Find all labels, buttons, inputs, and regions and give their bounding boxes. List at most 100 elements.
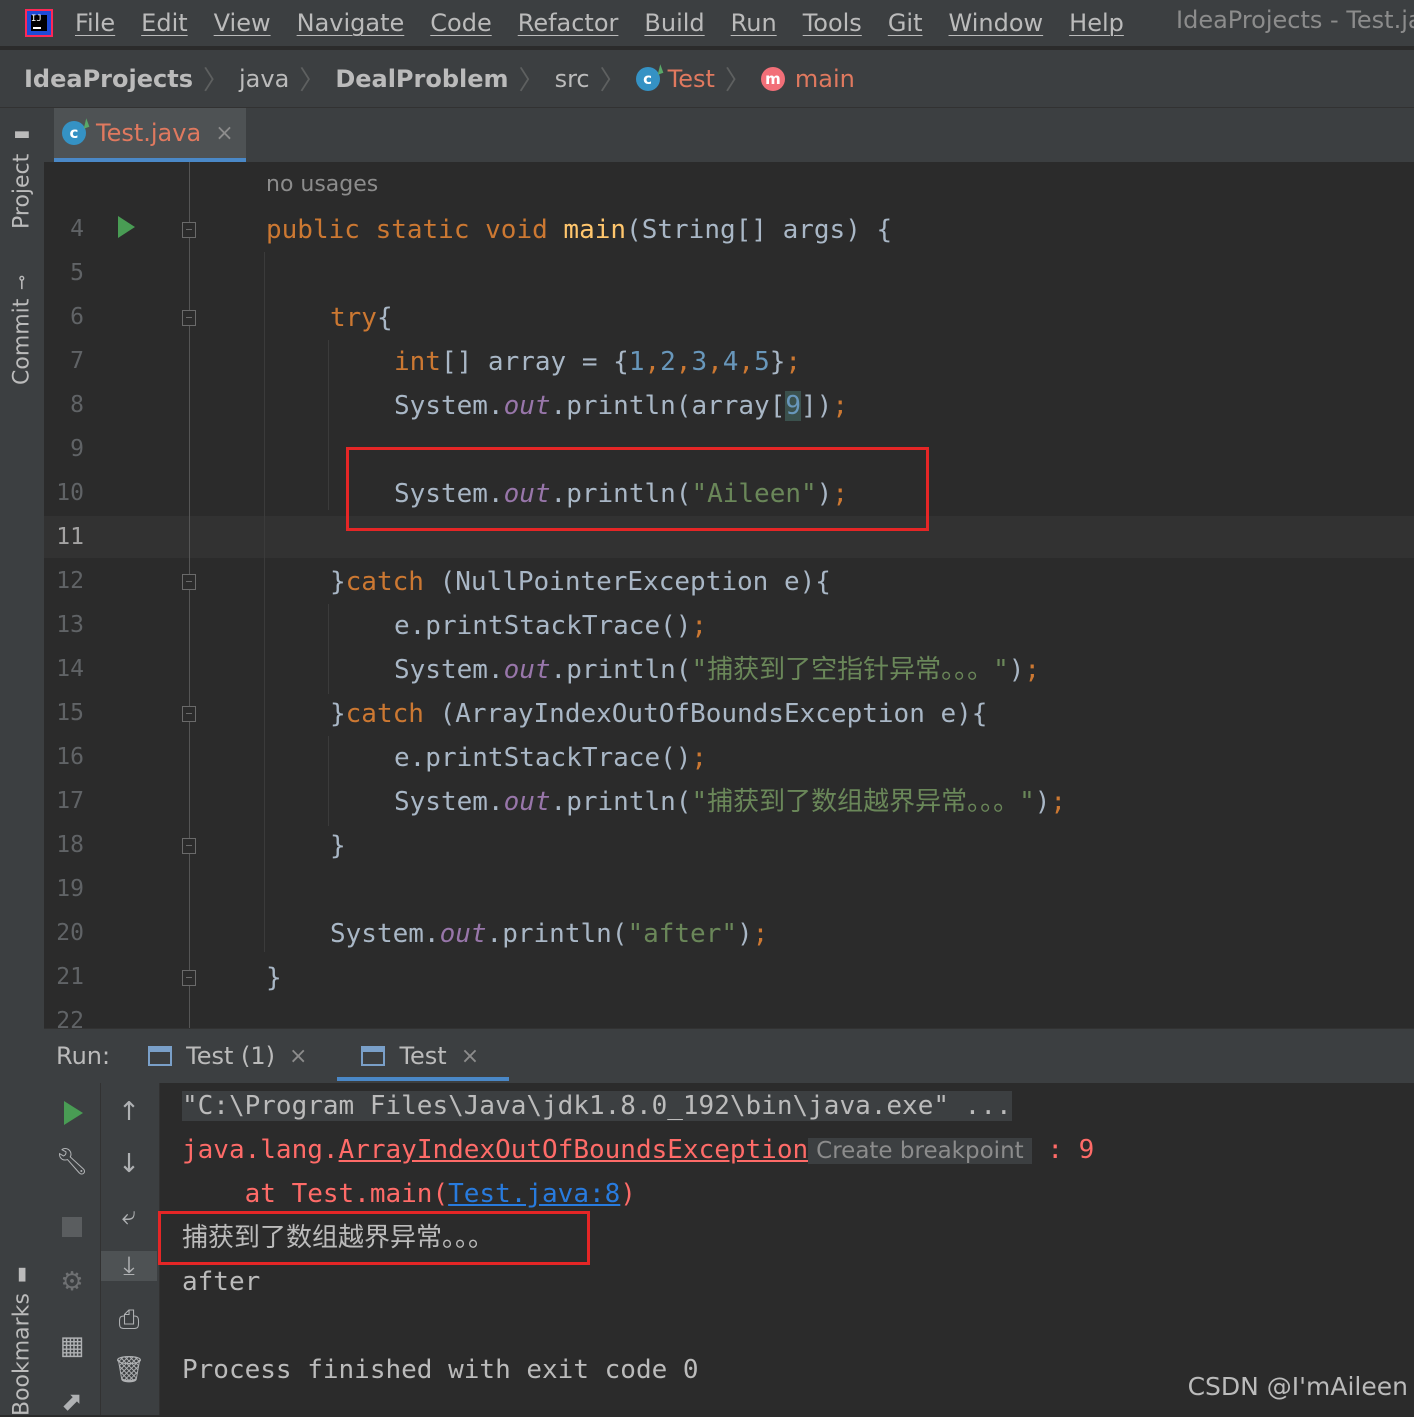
menu-refactor[interactable]: Refactor bbox=[518, 9, 619, 37]
fold-icon[interactable] bbox=[182, 970, 196, 986]
menu-view[interactable]: View bbox=[214, 9, 271, 37]
line-number: 7 bbox=[70, 348, 84, 374]
chevron-right-icon: 〉 bbox=[299, 66, 326, 96]
line-number: 20 bbox=[56, 920, 84, 946]
line-number: 21 bbox=[56, 964, 84, 990]
commit-icon: ⊸ bbox=[11, 275, 33, 291]
inlay-hint-usages[interactable]: no usages bbox=[266, 172, 378, 197]
menu-edit[interactable]: Edit bbox=[141, 9, 187, 37]
pin-icon[interactable]: ⬈ bbox=[44, 1387, 100, 1417]
close-icon[interactable]: × bbox=[215, 121, 233, 146]
code-line-6: try{ bbox=[330, 303, 393, 333]
annotation-highlight-box bbox=[158, 1211, 590, 1265]
commit-tool-tab[interactable]: Commit ⊸ bbox=[0, 270, 44, 390]
wrench-icon[interactable]: 🔧︎ bbox=[44, 1147, 100, 1177]
breadcrumb: IdeaProjects 〉 java 〉 DealProblem 〉 src … bbox=[0, 50, 1414, 108]
soft-wrap-icon[interactable]: ⤶ bbox=[101, 1201, 157, 1231]
fold-icon[interactable] bbox=[182, 706, 196, 722]
intellij-logo-icon[interactable]: IJ bbox=[25, 9, 53, 37]
run-toolbar-primary: 🔧︎ ⚙ ▦ ⬈ bbox=[44, 1083, 101, 1417]
code-editor[interactable]: no usages 4 5 6 7 8 9 10 11 12 13 14 15 … bbox=[44, 162, 1414, 1028]
indent-guide bbox=[328, 736, 329, 826]
console-stacktrace-line: at Test.main(Test.java:8) bbox=[182, 1179, 636, 1209]
indent-guide bbox=[264, 252, 265, 952]
line-number: 8 bbox=[70, 392, 84, 418]
run-main-icon[interactable] bbox=[118, 216, 135, 238]
run-tab-label: Test (1) bbox=[186, 1042, 275, 1070]
line-number: 10 bbox=[56, 480, 84, 506]
menu-build[interactable]: Build bbox=[644, 9, 704, 37]
menu-navigate[interactable]: Navigate bbox=[297, 9, 405, 37]
tab-test-java[interactable]: c Test.java × bbox=[54, 108, 246, 162]
create-breakpoint-hint[interactable]: Create breakpoint bbox=[808, 1138, 1032, 1164]
line-number: 13 bbox=[56, 612, 84, 638]
line-number: 22 bbox=[56, 1008, 84, 1028]
run-label: Run: bbox=[56, 1042, 111, 1070]
exception-class-link[interactable]: ArrayIndexOutOfBoundsException bbox=[339, 1135, 809, 1165]
menu-bar: IJ File Edit View Navigate Code Refactor… bbox=[0, 0, 1414, 46]
trash-icon[interactable]: 🗑︎ bbox=[101, 1355, 157, 1385]
menu-git[interactable]: Git bbox=[888, 9, 923, 37]
debug-settings-icon[interactable]: ⚙ bbox=[44, 1267, 100, 1297]
menu-run[interactable]: Run bbox=[731, 9, 777, 37]
layout-icon[interactable]: ▦ bbox=[44, 1331, 100, 1361]
menu-window[interactable]: Window bbox=[949, 9, 1044, 37]
crumb-module[interactable]: DealProblem bbox=[335, 65, 508, 93]
folder-icon: ▬ bbox=[11, 124, 33, 146]
project-tool-tab[interactable]: Project ▬ bbox=[0, 122, 44, 232]
line-number: 6 bbox=[70, 304, 84, 330]
arrow-down-icon[interactable]: ↓ bbox=[101, 1149, 157, 1179]
watermark: CSDN @I'mAileen bbox=[1187, 1372, 1408, 1401]
menu-file[interactable]: File bbox=[75, 9, 115, 37]
chevron-right-icon: 〉 bbox=[202, 66, 229, 96]
crumb-project[interactable]: IdeaProjects bbox=[24, 65, 193, 93]
code-line-14: System.out.println("捕获到了空指针异常。。。"); bbox=[394, 655, 1041, 685]
stop-icon[interactable] bbox=[62, 1217, 82, 1237]
chevron-right-icon: 〉 bbox=[724, 66, 751, 96]
console-after-line: after bbox=[182, 1267, 261, 1297]
line-number: 16 bbox=[56, 744, 84, 770]
fold-icon[interactable] bbox=[182, 310, 196, 326]
fold-icon[interactable] bbox=[182, 222, 196, 238]
menu-tools[interactable]: Tools bbox=[803, 9, 862, 37]
console-command-line: "C:\Program Files\Java\jdk1.8.0_192\bin\… bbox=[182, 1091, 1012, 1121]
chevron-right-icon: 〉 bbox=[599, 66, 626, 96]
code-line-17: System.out.println("捕获到了数组越界异常。。。"); bbox=[394, 787, 1067, 817]
fold-icon[interactable] bbox=[182, 838, 196, 854]
code-line-21: } bbox=[266, 963, 282, 993]
crumb-method[interactable]: m main bbox=[760, 65, 855, 93]
run-tab-test[interactable]: Test × bbox=[337, 1029, 509, 1083]
bookmarks-tool-tab[interactable]: Bookmarks ▮ bbox=[0, 1265, 44, 1417]
close-icon[interactable]: × bbox=[461, 1044, 479, 1069]
menu-code[interactable]: Code bbox=[430, 9, 491, 37]
crumb-src[interactable]: src bbox=[555, 65, 590, 93]
crumb-class[interactable]: c Test bbox=[635, 65, 715, 93]
menu-help[interactable]: Help bbox=[1069, 9, 1124, 37]
gutter-divider bbox=[189, 162, 190, 1028]
java-class-icon: c bbox=[635, 66, 660, 91]
console-output[interactable]: "C:\Program Files\Java\jdk1.8.0_192\bin\… bbox=[158, 1083, 1414, 1415]
line-number: 5 bbox=[70, 260, 84, 286]
code-line-7: int[] array = {1,2,3,4,5}; bbox=[394, 347, 802, 377]
code-line-18: } bbox=[330, 831, 346, 861]
crumb-java[interactable]: java bbox=[239, 65, 289, 93]
indent-guide bbox=[328, 604, 329, 694]
rerun-icon[interactable] bbox=[64, 1101, 83, 1125]
chevron-right-icon: 〉 bbox=[518, 66, 545, 96]
editor-tab-bar: c Test.java × bbox=[44, 108, 1414, 163]
code-line-12: }catch (NullPointerException e){ bbox=[330, 567, 831, 597]
line-number: 15 bbox=[56, 700, 84, 726]
console-exception-line: java.lang.ArrayIndexOutOfBoundsException… bbox=[182, 1135, 1095, 1165]
close-icon[interactable]: × bbox=[289, 1044, 307, 1069]
arrow-up-icon[interactable]: ↑ bbox=[101, 1097, 157, 1127]
print-icon[interactable]: ⎙ bbox=[101, 1305, 157, 1335]
tab-test-java-label: Test.java bbox=[96, 119, 202, 147]
run-toolbar-secondary: ↑ ↓ ⤶ ⤓ ⎙ 🗑︎ bbox=[101, 1083, 160, 1415]
run-tab-test-1[interactable]: Test (1) × bbox=[148, 1029, 307, 1083]
fold-icon[interactable] bbox=[182, 574, 196, 590]
console-icon bbox=[148, 1046, 173, 1066]
scroll-to-end-icon[interactable]: ⤓ bbox=[101, 1251, 157, 1281]
line-number: 12 bbox=[56, 568, 84, 594]
source-link[interactable]: Test.java:8 bbox=[448, 1179, 620, 1209]
line-number-current: 11 bbox=[56, 524, 84, 550]
